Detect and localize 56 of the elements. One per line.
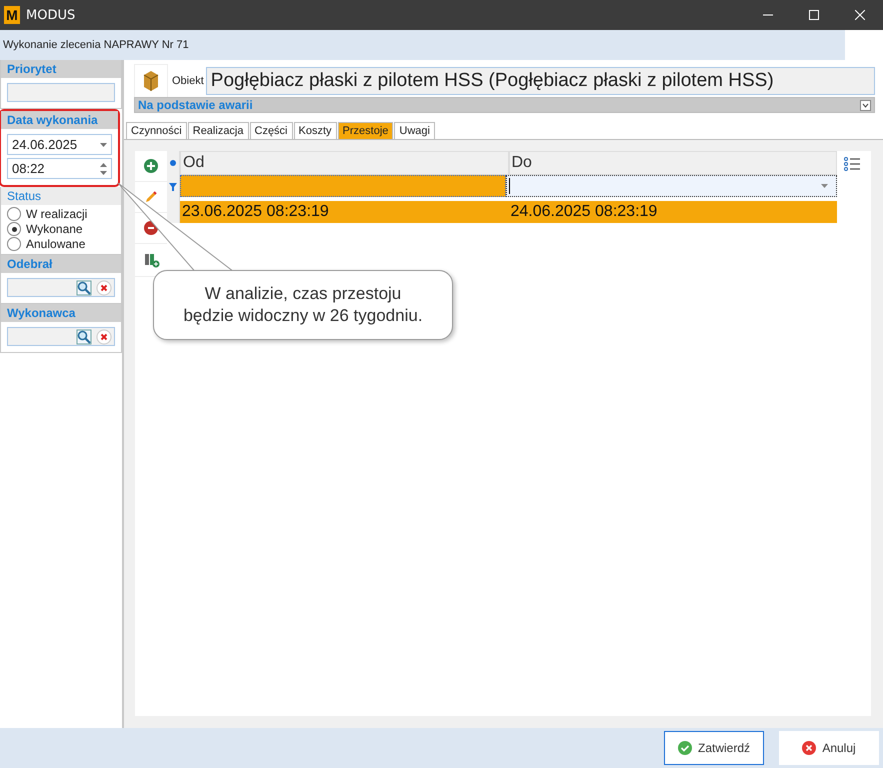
search-icon[interactable] [76,280,92,296]
app-logo: M [4,6,20,24]
dialog-button[interactable]: Zatwierdź [664,731,764,765]
object-field[interactable]: Pogłębiacz płaski z pilotem HSS (Pogłębiacz płaski z pilotem HSS) [206,67,875,95]
lookup-field[interactable] [7,278,115,297]
radio-label: Wykonane [26,222,83,236]
dialog-button[interactable]: Anuluj [779,731,879,765]
radio-button[interactable] [7,237,21,251]
radio-option[interactable]: W realizacji [7,207,115,221]
column-header[interactable]: Od [180,151,508,175]
table-cell: 23.06.2025 08:23:19 [180,201,508,223]
list-icon[interactable] [844,157,860,171]
dropdown-icon[interactable] [100,142,107,146]
column-header[interactable]: Do [508,151,837,175]
callout-text: W analizie, czas przestoju będzie widoczny w 26 tygodniu. [153,270,453,340]
tab[interactable]: Przestoje [338,122,394,139]
section-header: Data wykonania [1,111,118,129]
window-title: MODUS [26,8,76,22]
radio-label: W realizacji [26,207,88,221]
table-cell: 24.06.2025 08:23:19 [508,201,837,223]
filter-cell[interactable] [506,175,837,197]
chevron-icon[interactable] [860,100,871,110]
filter-cell[interactable] [180,175,506,197]
radio-button[interactable] [7,207,21,221]
radio-button[interactable] [7,222,21,236]
tab[interactable]: Czynności [126,122,187,139]
tab[interactable]: Części [250,122,293,139]
tab[interactable]: Koszty [294,122,337,139]
check-icon [678,741,692,755]
new-row-icon [169,159,177,167]
date-field[interactable]: 24.06.2025 [7,134,112,155]
section-title: Na podstawie awarii [138,98,253,112]
filter-icon[interactable] [169,183,177,191]
time-field[interactable]: 08:22 [7,158,112,179]
form-title: Wykonanie zlecenia NAPRAWY Nr 71 [3,39,189,51]
tab[interactable]: Realizacja [188,122,248,139]
field-label: Obiekt [172,75,204,87]
clear-icon[interactable] [96,328,112,344]
section-header: Odebrał [1,255,121,273]
box-icon [134,64,168,98]
radio-option[interactable]: Wykonane [7,222,115,236]
spin-icon[interactable] [100,162,107,174]
radio-label: Anulowane [26,237,86,251]
priority-field[interactable] [7,83,115,102]
search-icon[interactable] [76,328,92,344]
close-icon[interactable] [855,10,865,20]
tab[interactable]: Uwagi [394,122,435,139]
cancel-icon [802,741,816,755]
section-header: Priorytet [1,60,121,78]
lookup-field[interactable] [7,327,115,346]
section-header: Status [1,187,121,205]
clear-icon[interactable] [96,280,112,296]
dropdown-icon[interactable] [821,184,828,188]
radio-option[interactable]: Anulowane [7,237,115,251]
maximize-icon[interactable] [809,10,819,20]
section-header: Wykonawca [1,304,121,322]
